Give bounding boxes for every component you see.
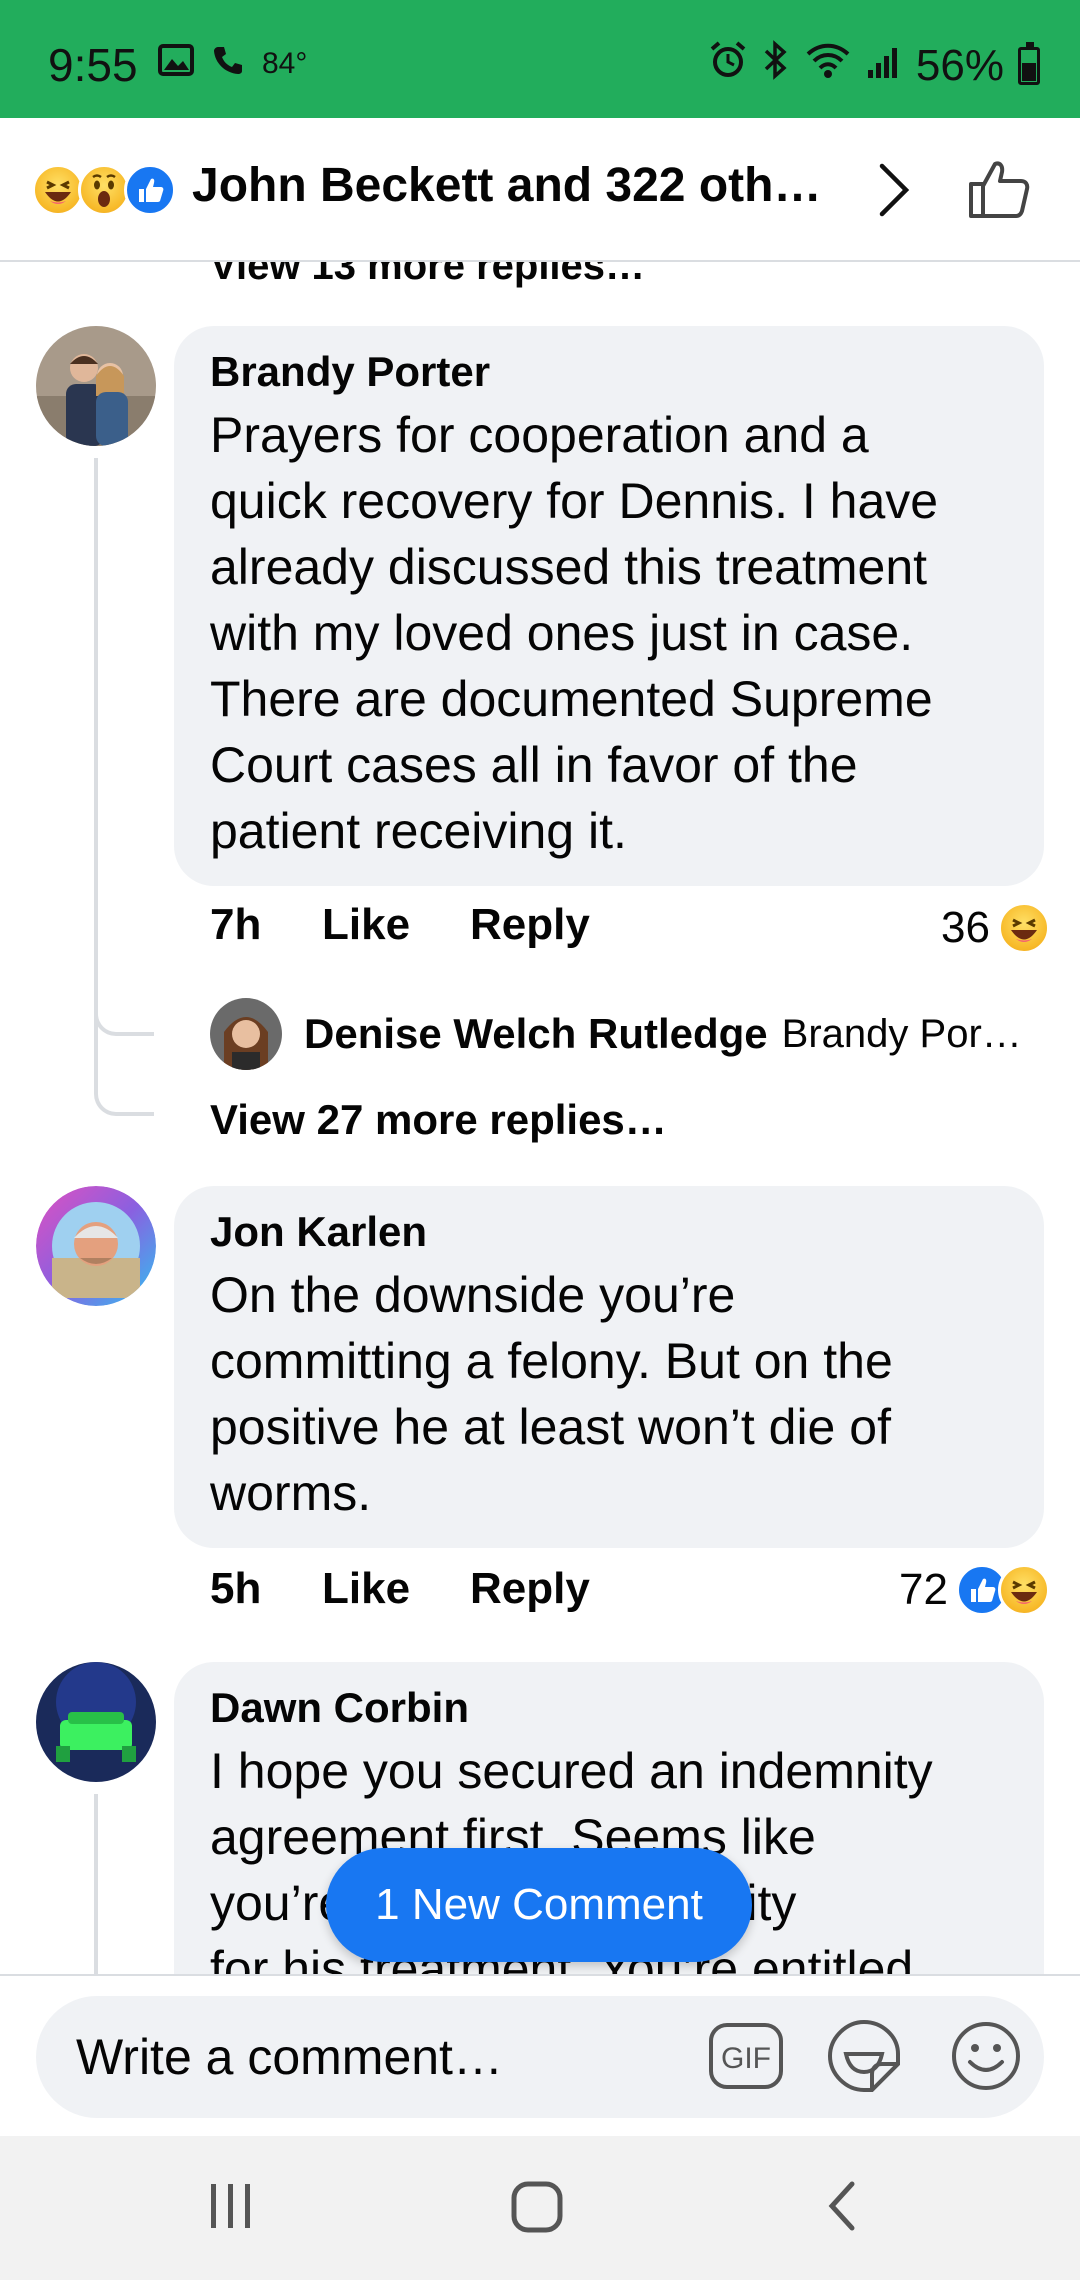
comment-feed[interactable]: View 13 more replies… Brandy Porter Pray… <box>0 262 1080 1974</box>
avatar-dawn-corbin[interactable] <box>36 1662 156 1782</box>
comment-time: 5h <box>210 1564 262 1613</box>
thumbs-up-icon[interactable] <box>966 156 1032 227</box>
back-button[interactable] <box>818 2176 868 2241</box>
status-time: 9:55 <box>48 39 138 91</box>
battery-icon <box>1018 41 1040 85</box>
comment-author[interactable]: Brandy Porter <box>210 348 1008 396</box>
bluetooth-icon <box>762 40 790 91</box>
svg-text:GIF: GIF <box>721 2042 771 2075</box>
reactions-header: John Beckett and 322 oth… <box>0 118 1080 262</box>
reactions-title[interactable]: John Beckett and 322 oth… <box>192 158 852 213</box>
reply-preview[interactable]: Denise Welch Rutledge Brandy Por… <box>210 998 1022 1070</box>
view-more-replies[interactable]: View 27 more replies… <box>210 1096 667 1144</box>
emoji-icon[interactable] <box>950 2020 1022 2097</box>
like-emoji-icon <box>124 164 176 216</box>
system-nav-bar <box>0 2136 1080 2280</box>
status-left-icons: 84° <box>158 44 307 84</box>
haha-emoji-icon <box>998 1564 1050 1616</box>
comment-author[interactable]: Dawn Corbin <box>210 1684 1008 1732</box>
comment-bubble[interactable]: Jon Karlen On the downside you’re commit… <box>174 1186 1044 1548</box>
like-button[interactable]: Like <box>322 900 470 950</box>
view-more-replies-top[interactable]: View 13 more replies… <box>210 262 645 289</box>
avatar-jon-karlen[interactable] <box>36 1186 156 1306</box>
like-button[interactable]: Like <box>322 1564 470 1614</box>
gif-icon[interactable]: GIF <box>708 2022 784 2095</box>
reply-button[interactable]: Reply <box>470 1564 590 1614</box>
thread-line <box>94 1794 98 1974</box>
comment-composer-bar: Write a comment… GIF <box>0 1974 1080 2136</box>
comment-text: On the downside you’re committing a felo… <box>210 1267 893 1521</box>
signal-icon <box>866 41 902 91</box>
comment-time: 7h <box>210 900 262 949</box>
temperature-text: 84° <box>262 47 308 80</box>
avatar-brandy-porter[interactable] <box>36 326 156 446</box>
gallery-icon <box>158 44 194 84</box>
reaction-count[interactable]: 72 <box>899 1564 1050 1616</box>
recent-apps-button[interactable] <box>206 2176 256 2241</box>
avatar-denise-welch-rutledge <box>210 998 282 1070</box>
comment-bubble[interactable]: Brandy Porter Prayers for cooperation an… <box>174 326 1044 886</box>
chevron-right-icon[interactable] <box>872 160 916 225</box>
reply-author: Denise Welch Rutledge <box>304 1010 768 1057</box>
reply-snippet: Brandy Por… <box>781 1011 1022 1056</box>
sticker-icon[interactable] <box>826 2018 902 2099</box>
reaction-count[interactable]: 36 <box>941 902 1050 954</box>
battery-percent: 56% <box>915 40 1004 90</box>
wifi-icon <box>804 40 852 91</box>
alarm-icon <box>708 40 748 91</box>
haha-emoji-icon <box>998 902 1050 954</box>
new-comment-button[interactable]: 1 New Comment <box>326 1848 752 1962</box>
home-button[interactable] <box>508 2176 568 2241</box>
phone-icon <box>212 44 244 84</box>
status-bar: 9:55 84° 56% <box>0 0 1080 118</box>
comment-author[interactable]: Jon Karlen <box>210 1208 1008 1256</box>
comment-input[interactable]: Write a comment… GIF <box>36 1996 1044 2118</box>
status-right-icons: 56% <box>708 40 1040 91</box>
comment-actions: 7h Like Reply <box>210 900 590 950</box>
wow-emoji-icon <box>78 164 130 216</box>
comment-placeholder: Write a comment… <box>76 2029 503 2085</box>
comment-actions: 5h Like Reply <box>210 1564 590 1614</box>
reply-button[interactable]: Reply <box>470 900 590 950</box>
reaction-summary[interactable] <box>32 164 176 216</box>
haha-emoji-icon <box>32 164 84 216</box>
thread-hook <box>94 1022 154 1116</box>
comment-text: Prayers for cooperation and a quick reco… <box>210 407 939 859</box>
